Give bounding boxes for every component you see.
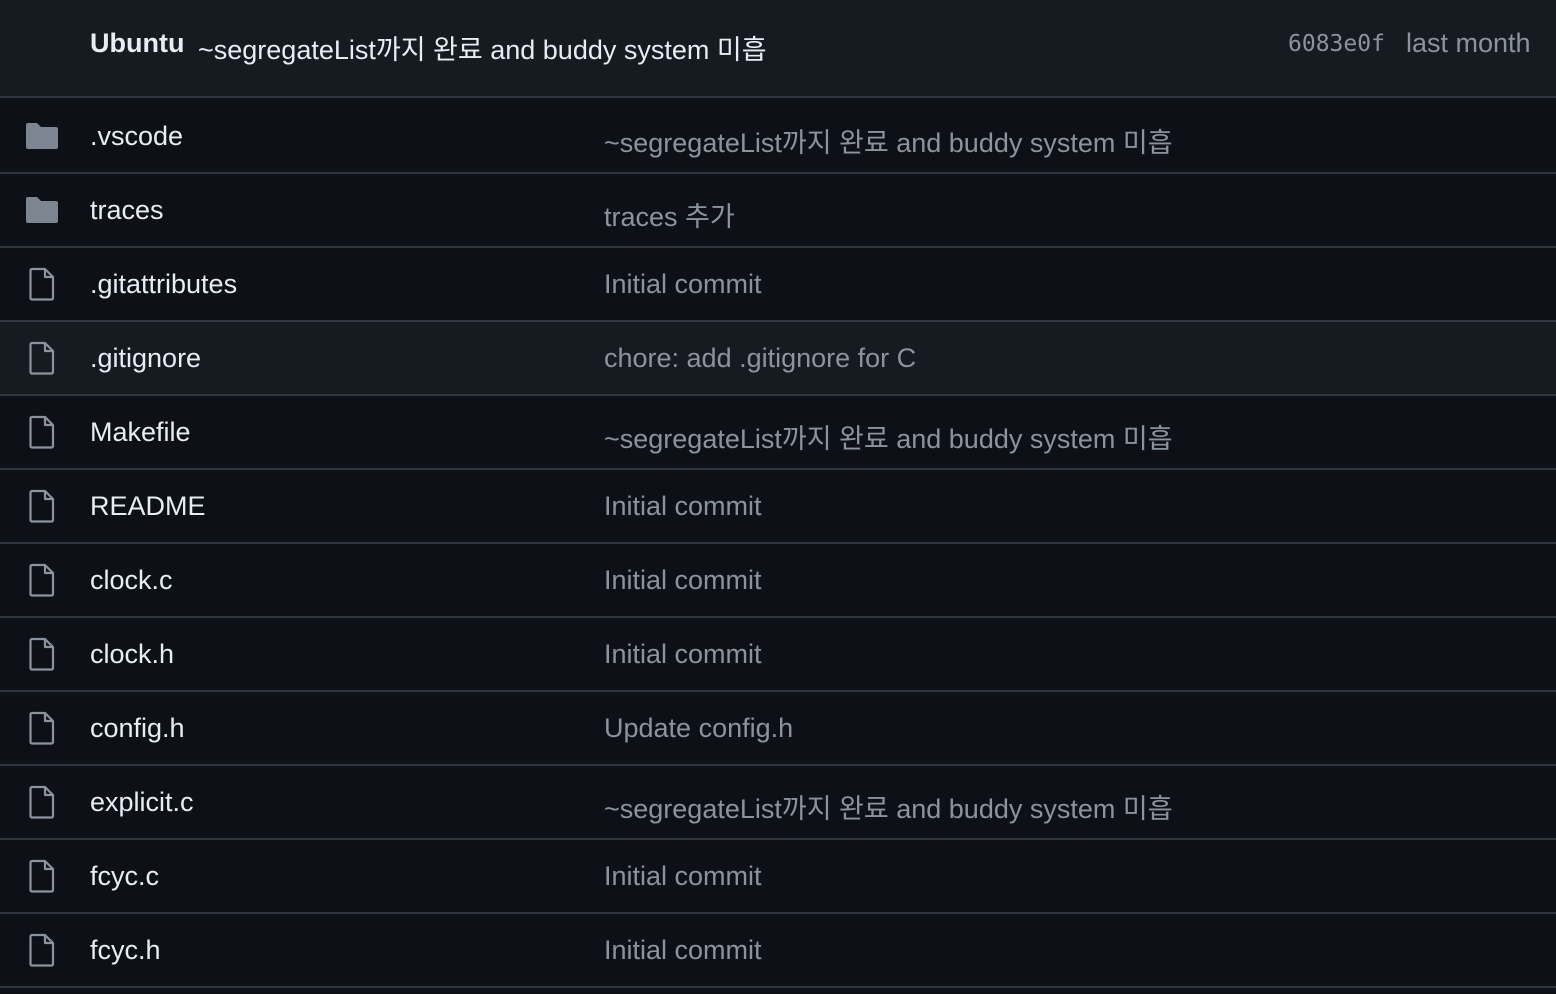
file-icon <box>24 488 60 524</box>
file-commit-message[interactable]: ~segregateList까지 완료 and buddy system 미흡 <box>604 121 1173 160</box>
file-commit-message[interactable]: ~segregateList까지 완료 and buddy system 미흡 <box>604 787 1173 826</box>
file-icon <box>24 932 60 968</box>
file-list: .vscode ~segregateList까지 완료 and buddy sy… <box>0 100 1556 988</box>
file-row[interactable]: .gitattributes Initial commit <box>0 248 1556 322</box>
file-name-link[interactable]: .vscode <box>90 121 183 152</box>
file-name-link[interactable]: config.h <box>90 713 185 744</box>
file-commit-message[interactable]: chore: add .gitignore for C <box>604 343 916 374</box>
file-commit-message[interactable]: Initial commit <box>604 269 762 300</box>
file-name-link[interactable]: clock.h <box>90 639 174 670</box>
file-icon <box>24 858 60 894</box>
file-commit-message[interactable]: Initial commit <box>604 565 762 596</box>
file-commit-message[interactable]: traces 추가 <box>604 195 735 234</box>
file-icon <box>24 266 60 302</box>
file-name-link[interactable]: fcyc.c <box>90 861 159 892</box>
latest-commit-bar: Ubuntu ~segregateList까지 완료 and buddy sys… <box>0 0 1556 98</box>
file-name-link[interactable]: traces <box>90 195 164 226</box>
file-icon <box>24 636 60 672</box>
file-row[interactable]: .vscode ~segregateList까지 완료 and buddy sy… <box>0 100 1556 174</box>
file-name-link[interactable]: .gitignore <box>90 343 201 374</box>
file-name-link[interactable]: clock.c <box>90 565 173 596</box>
file-icon <box>24 784 60 820</box>
file-name-link[interactable]: .gitattributes <box>90 269 237 300</box>
file-row[interactable]: .gitignore chore: add .gitignore for C <box>0 322 1556 396</box>
file-commit-message[interactable]: Initial commit <box>604 491 762 522</box>
file-name-link[interactable]: fcyc.h <box>90 935 161 966</box>
file-row[interactable]: README Initial commit <box>0 470 1556 544</box>
file-row[interactable]: fcyc.c Initial commit <box>0 840 1556 914</box>
folder-icon <box>24 192 60 228</box>
file-commit-message[interactable]: ~segregateList까지 완료 and buddy system 미흡 <box>604 417 1173 456</box>
commit-sha[interactable]: 6083e0f <box>1288 31 1385 57</box>
file-row[interactable]: clock.c Initial commit <box>0 544 1556 618</box>
folder-icon <box>24 118 60 154</box>
commit-author[interactable]: Ubuntu <box>90 28 184 59</box>
file-commit-message[interactable]: Initial commit <box>604 861 762 892</box>
file-icon <box>24 562 60 598</box>
file-row[interactable]: Makefile ~segregateList까지 완료 and buddy s… <box>0 396 1556 470</box>
file-row[interactable]: traces traces 추가 <box>0 174 1556 248</box>
commit-time: last month <box>1406 28 1531 58</box>
file-name-link[interactable]: explicit.c <box>90 787 194 818</box>
file-commit-message[interactable]: Initial commit <box>604 935 762 966</box>
file-row[interactable]: explicit.c ~segregateList까지 완료 and buddy… <box>0 766 1556 840</box>
commit-message[interactable]: ~segregateList까지 완료 and buddy system 미흡 <box>198 28 767 67</box>
file-name-link[interactable]: Makefile <box>90 417 191 448</box>
file-row[interactable]: fcyc.h Initial commit <box>0 914 1556 988</box>
file-row[interactable]: config.h Update config.h <box>0 692 1556 766</box>
file-icon <box>24 710 60 746</box>
file-commit-message[interactable]: Initial commit <box>604 639 762 670</box>
file-commit-message[interactable]: Update config.h <box>604 713 793 744</box>
file-icon <box>24 340 60 376</box>
file-icon <box>24 414 60 450</box>
file-row[interactable]: clock.h Initial commit <box>0 618 1556 692</box>
file-name-link[interactable]: README <box>90 491 206 522</box>
